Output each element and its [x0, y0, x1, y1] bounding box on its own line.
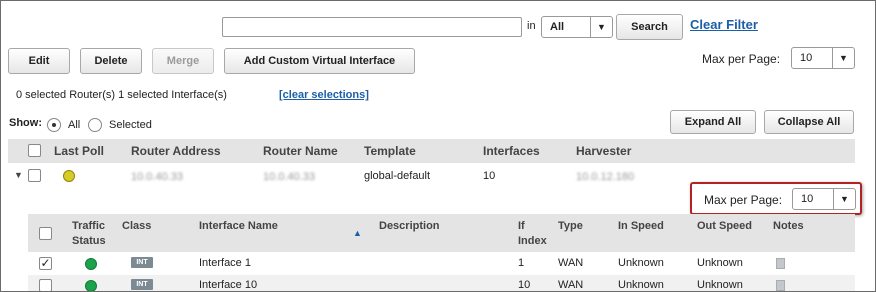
- show-selected-radio[interactable]: [88, 118, 102, 132]
- router-name-cell: 10.0.40.33: [263, 171, 315, 183]
- table-row: INT Interface 10 10 WAN Unknown Unknown: [28, 275, 855, 291]
- column-status[interactable]: Status: [72, 234, 106, 248]
- template-cell: global-default: [364, 170, 431, 182]
- search-in-label: in: [527, 20, 536, 32]
- out-speed-cell: Unknown: [697, 279, 743, 291]
- column-description[interactable]: Description: [379, 219, 440, 233]
- interface-max-per-page-select[interactable]: 10 ▼: [792, 188, 856, 210]
- if-index-cell: 1: [518, 257, 525, 269]
- column-harvester[interactable]: Harvester: [576, 144, 631, 158]
- column-router-address[interactable]: Router Address: [131, 144, 221, 158]
- search-scope-value: All: [550, 21, 565, 33]
- traffic-status-icon: [85, 258, 97, 270]
- search-input[interactable]: [222, 17, 522, 37]
- interface-row-checkbox[interactable]: ✓: [39, 257, 52, 270]
- column-in-speed[interactable]: In Speed: [618, 219, 664, 233]
- collapse-all-button[interactable]: Collapse All: [764, 110, 854, 134]
- column-interface-name[interactable]: Interface Name: [199, 219, 278, 233]
- selection-summary: 0 selected Router(s) 1 selected Interfac…: [16, 89, 227, 101]
- search-scope-select[interactable]: All ▼: [541, 16, 613, 38]
- last-poll-status-icon: [63, 170, 75, 182]
- interfaces-cell: 10: [483, 170, 496, 182]
- column-last-poll[interactable]: Last Poll: [54, 144, 104, 158]
- show-selected-label: Selected: [109, 119, 152, 131]
- show-all-radio[interactable]: [47, 118, 61, 132]
- in-speed-cell: Unknown: [618, 257, 664, 269]
- delete-button[interactable]: Delete: [80, 48, 142, 74]
- max-per-page-select[interactable]: 10 ▼: [791, 47, 855, 69]
- column-router-name[interactable]: Router Name: [263, 144, 338, 158]
- show-all-label: All: [68, 119, 81, 131]
- interface-name-cell: Interface 1: [199, 257, 251, 269]
- column-interfaces[interactable]: Interfaces: [483, 144, 540, 158]
- if-index-cell: 10: [518, 279, 531, 291]
- column-if[interactable]: If: [518, 219, 525, 233]
- table-row: ✓ INT Interface 1 1 WAN Unknown Unknown: [28, 253, 855, 275]
- column-traffic[interactable]: Traffic: [72, 219, 105, 233]
- interface-row-checkbox[interactable]: [39, 279, 52, 291]
- sort-ascending-icon[interactable]: ▲: [353, 228, 362, 238]
- interface-name-cell: Interface 10: [199, 279, 258, 291]
- column-index[interactable]: Index: [518, 234, 547, 248]
- select-all-routers-checkbox[interactable]: [28, 144, 41, 157]
- harvester-cell: 10.0.12.180: [576, 171, 635, 183]
- column-class[interactable]: Class: [122, 219, 151, 233]
- class-badge: INT: [131, 279, 153, 290]
- column-notes[interactable]: Notes: [773, 219, 804, 233]
- router-row-checkbox[interactable]: [28, 169, 41, 182]
- router-address-cell: 10.0.40.33: [131, 171, 183, 183]
- max-per-page-label: Max per Page:: [702, 52, 781, 66]
- chevron-down-icon: ▼: [833, 189, 855, 209]
- clear-selections-link[interactable]: [clear selections]: [279, 89, 369, 101]
- chevron-down-icon: ▼: [832, 48, 854, 68]
- column-out-speed[interactable]: Out Speed: [697, 219, 752, 233]
- expand-all-button[interactable]: Expand All: [670, 110, 756, 134]
- expand-row-icon[interactable]: ▼: [14, 170, 23, 180]
- type-cell: WAN: [558, 257, 584, 269]
- edit-button[interactable]: Edit: [8, 48, 70, 74]
- out-speed-cell: Unknown: [697, 257, 743, 269]
- max-per-page-value: 10: [800, 52, 813, 64]
- show-label: Show:: [9, 117, 42, 129]
- search-button[interactable]: Search: [616, 14, 683, 40]
- type-cell: WAN: [558, 279, 584, 291]
- class-badge: INT: [131, 257, 153, 268]
- router-interface-panel: in All ▼ Search Clear Filter Edit Delete…: [0, 0, 876, 292]
- column-template[interactable]: Template: [364, 144, 416, 158]
- interface-max-per-page-label: Max per Page:: [704, 193, 783, 207]
- note-icon[interactable]: [776, 280, 785, 291]
- interface-max-per-page-value: 10: [801, 193, 814, 205]
- traffic-status-icon: [85, 280, 97, 291]
- add-custom-virtual-interface-button[interactable]: Add Custom Virtual Interface: [224, 48, 415, 74]
- column-type[interactable]: Type: [558, 219, 583, 233]
- interface-max-per-page-highlight: Max per Page: 10 ▼: [690, 182, 862, 215]
- in-speed-cell: Unknown: [618, 279, 664, 291]
- note-icon[interactable]: [776, 258, 785, 269]
- clear-filter-link[interactable]: Clear Filter: [690, 17, 758, 32]
- select-all-interfaces-checkbox[interactable]: [39, 227, 52, 240]
- chevron-down-icon: ▼: [590, 17, 612, 37]
- merge-button[interactable]: Merge: [152, 48, 214, 74]
